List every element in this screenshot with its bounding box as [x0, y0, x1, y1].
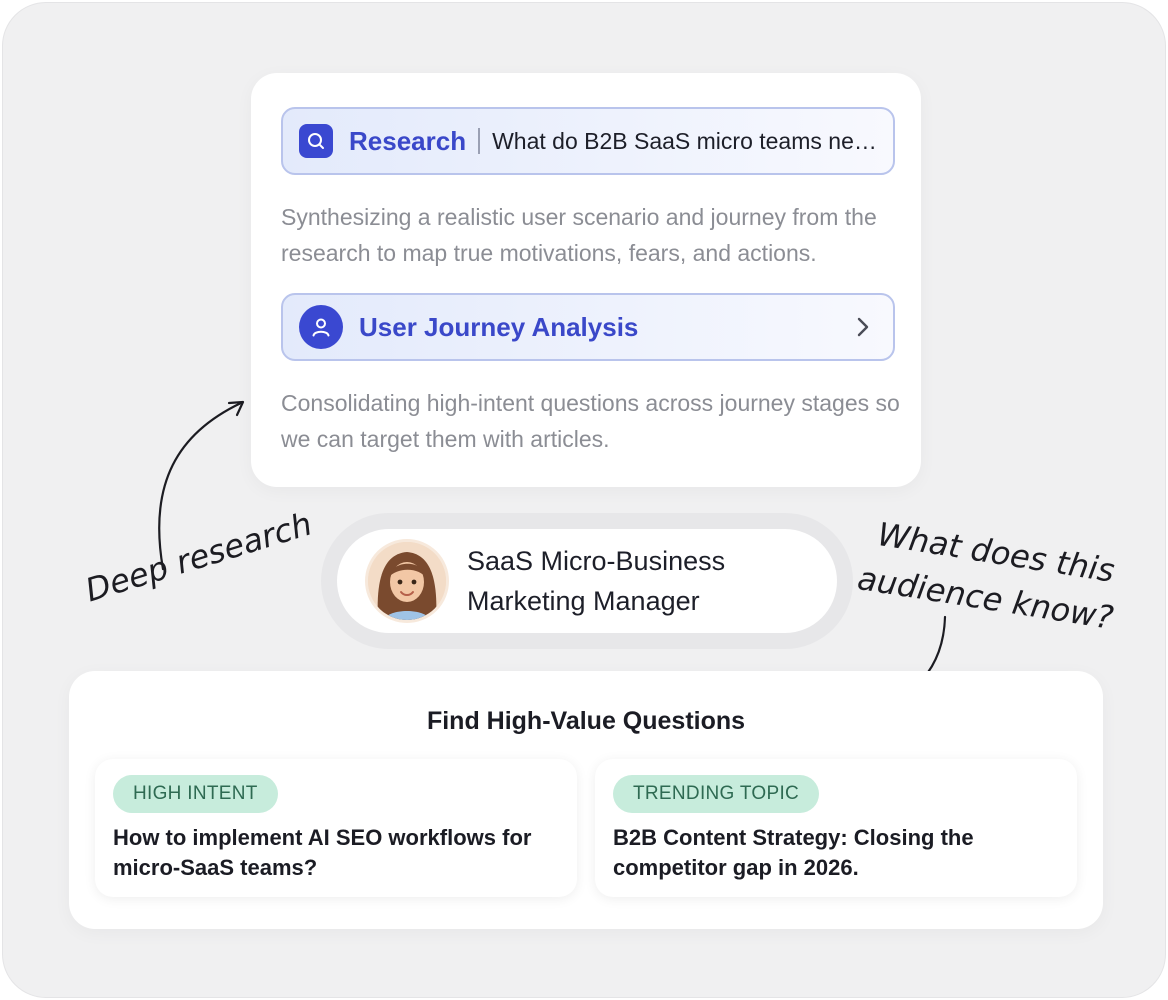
persona-name: SaaS Micro-Business Marketing Manager: [467, 541, 725, 621]
persona-chip-inner[interactable]: SaaS Micro-Business Marketing Manager: [337, 529, 837, 633]
research-field[interactable]: Research What do B2B SaaS micro teams ne…: [281, 107, 895, 175]
high-intent-tag: HIGH INTENT: [113, 775, 278, 813]
field-divider: [478, 128, 481, 154]
search-icon: [299, 124, 333, 158]
avatar: [365, 539, 449, 623]
canvas-background: Research What do B2B SaaS micro teams ne…: [2, 2, 1166, 998]
question-card[interactable]: TRENDING TOPIC B2B Content Strategy: Clo…: [595, 759, 1077, 897]
questions-title: Find High-Value Questions: [426, 707, 746, 735]
journey-label: User Journey Analysis: [359, 311, 639, 342]
questions-panel: Find High-Value Questions HIGH INTENT Ho…: [69, 671, 1103, 929]
research-description: Synthesizing a realistic user scenario a…: [281, 204, 877, 266]
research-panel: Research What do B2B SaaS micro teams ne…: [251, 73, 921, 487]
deep-research-annotation: Deep research: [81, 504, 317, 610]
persona-line-2: Marketing Manager: [467, 586, 700, 616]
research-query: What do B2B SaaS micro teams nee…: [492, 127, 879, 154]
journey-description: Consolidating high-intent questions acro…: [281, 390, 900, 452]
user-icon: [299, 305, 343, 349]
persona-chip: SaaS Micro-Business Marketing Manager: [321, 513, 853, 649]
question-text: B2B Content Strategy: Closing the compet…: [613, 825, 974, 880]
trending-topic-tag: TRENDING TOPIC: [613, 775, 820, 813]
left-arrowhead: [227, 400, 245, 417]
research-label: Research: [349, 125, 467, 156]
chevron-right-icon: [855, 316, 871, 338]
persona-line-1: SaaS Micro-Business: [467, 546, 726, 576]
question-text: How to implement AI SEO workflows for mi…: [113, 825, 532, 880]
question-card[interactable]: HIGH INTENT How to implement AI SEO work…: [95, 759, 577, 897]
user-journey-analysis-button[interactable]: User Journey Analysis: [281, 293, 895, 361]
